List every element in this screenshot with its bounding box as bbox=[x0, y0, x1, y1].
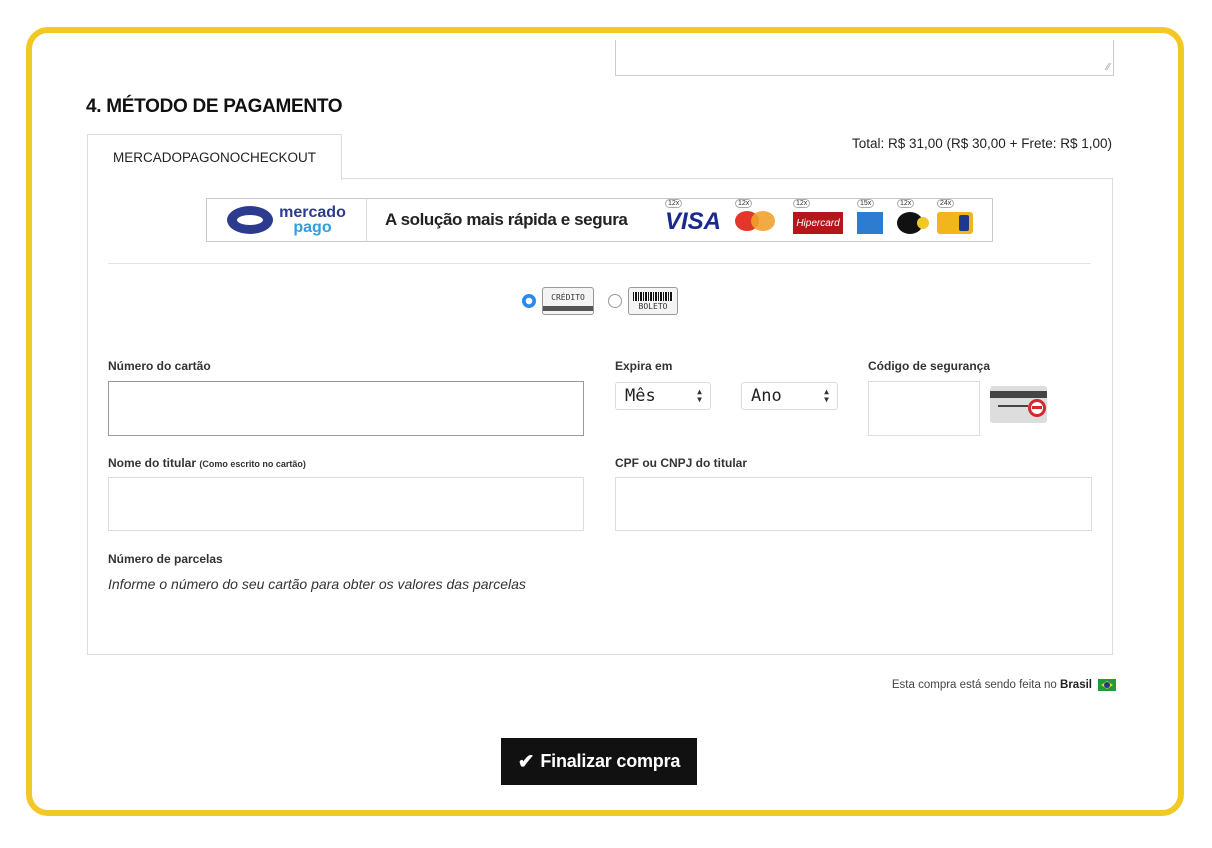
handshake-icon bbox=[227, 206, 274, 234]
boleto-radio[interactable] bbox=[608, 294, 622, 308]
logo-word-1: mercado bbox=[279, 204, 346, 221]
logo-word-2: pago bbox=[293, 219, 332, 236]
expiry-year-select[interactable]: Ano ▲ ▼ bbox=[741, 382, 838, 410]
country-notice: Esta compra está sendo feita no Brasil bbox=[892, 679, 1116, 691]
mercadopago-banner: mercado pago A solução mais rápida e seg… bbox=[206, 198, 993, 242]
amex-icon: 15x bbox=[857, 199, 884, 234]
cvv-label: Código de segurança bbox=[868, 359, 991, 373]
cvv-input[interactable] bbox=[868, 381, 980, 436]
expires-label: Expira em bbox=[615, 359, 673, 373]
order-total: Total: R$ 31,00 (R$ 30,00 + Frete: R$ 1,… bbox=[851, 136, 1112, 151]
credit-card-icon[interactable]: CRÉDITO bbox=[542, 287, 594, 315]
document-label: CPF ou CNPJ do titular bbox=[615, 456, 747, 470]
payment-method-options: CRÉDITO BOLETO bbox=[522, 287, 678, 315]
card-brands: 12x VISA 12x 12x Hipercard 15x 12x 24x bbox=[665, 199, 974, 235]
hipercard-2-icon: 24x bbox=[937, 199, 974, 234]
divider bbox=[108, 263, 1091, 264]
brazil-flag-icon bbox=[1098, 679, 1116, 691]
card-number-input[interactable] bbox=[108, 381, 584, 436]
boleto-barcode-icon[interactable]: BOLETO bbox=[628, 287, 678, 315]
cvv-card-icon bbox=[990, 386, 1047, 423]
installments-hint: Informe o número do seu cartão para obte… bbox=[108, 576, 526, 592]
resize-grip-icon[interactable]: ⁄⁄ bbox=[1107, 63, 1110, 73]
tab-label: MERCADOPAGONOCHECKOUT bbox=[112, 150, 316, 165]
credit-radio[interactable] bbox=[522, 294, 536, 308]
check-icon: ✔ bbox=[517, 751, 535, 773]
finish-purchase-button[interactable]: ✔ Finalizar compra bbox=[501, 738, 697, 785]
section-title: 4. MÉTODO DE PAGAMENTO bbox=[86, 96, 343, 117]
select-arrows-icon: ▲ ▼ bbox=[824, 387, 829, 404]
select-arrows-icon: ▲ ▼ bbox=[697, 387, 702, 404]
mercadopago-logo: mercado pago bbox=[207, 199, 367, 241]
notes-textarea[interactable]: ⁄⁄ bbox=[615, 40, 1114, 76]
document-input[interactable] bbox=[615, 477, 1092, 531]
holder-name-hint: (Como escrito no cartão) bbox=[199, 459, 306, 469]
expiry-month-select[interactable]: Mês ▲ ▼ bbox=[615, 382, 711, 410]
installments-label: Número de parcelas bbox=[108, 552, 223, 566]
card-number-label: Número do cartão bbox=[108, 359, 211, 373]
elo-icon: 12x bbox=[897, 199, 930, 234]
hipercard-icon: 12x Hipercard bbox=[793, 199, 844, 234]
tab-mercadopago-checkout[interactable]: MERCADOPAGONOCHECKOUT bbox=[87, 134, 342, 180]
visa-card-icon: 12x VISA bbox=[665, 199, 722, 235]
holder-name-input[interactable] bbox=[108, 477, 584, 531]
banner-slogan: A solução mais rápida e segura bbox=[385, 210, 628, 229]
mastercard-icon: 12x bbox=[735, 199, 779, 233]
holder-name-label: Nome do titular (Como escrito no cartão) bbox=[108, 456, 306, 470]
